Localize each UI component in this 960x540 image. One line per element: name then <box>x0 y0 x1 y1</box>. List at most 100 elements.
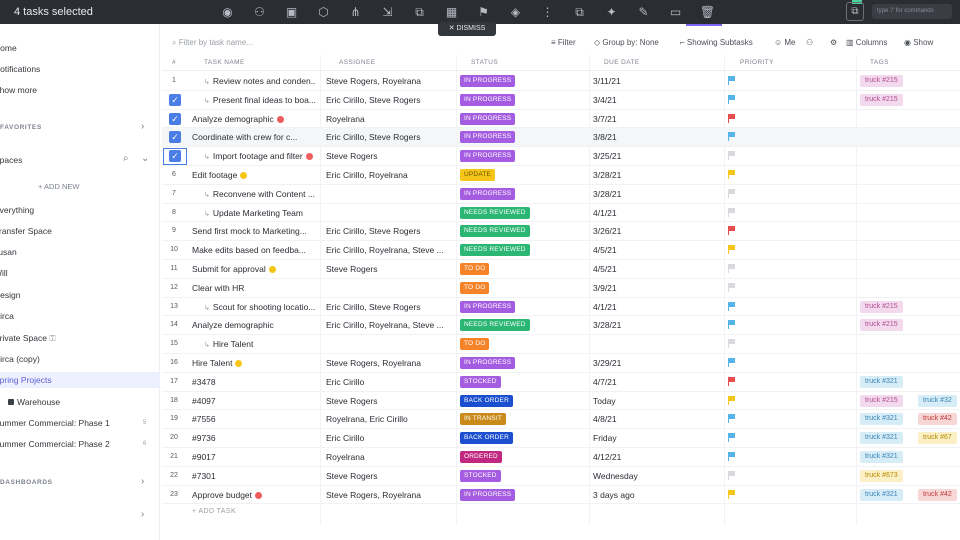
task-name[interactable]: Analyze demographic <box>192 320 318 330</box>
task-name[interactable]: #9736 <box>192 433 318 443</box>
status-badge[interactable]: IN PROGRESS <box>460 357 516 369</box>
table-row[interactable]: 16 Hire Talent Steve Rogers, Royelrana IN P… <box>162 354 960 373</box>
assignee-cell[interactable]: Steve Rogers, Royelrana <box>326 76 452 86</box>
row-checkbox[interactable]: ✓ <box>169 93 181 106</box>
sidebar-item-spring-projects[interactable]: Spring Projects <box>0 372 160 388</box>
sidebar-item-summer-commercial-phase-2[interactable]: Summer Commercial: Phase 2 6 <box>0 436 146 452</box>
task-name[interactable]: #4097 <box>192 396 318 406</box>
status-badge[interactable]: ORDERED <box>460 451 502 463</box>
tag-badge[interactable]: truck #673 <box>860 469 903 482</box>
status-badge[interactable]: IN PROGRESS <box>460 75 516 87</box>
table-row[interactable]: ✓ Analyze demographic Royelrana IN PROGRESS… <box>162 110 960 129</box>
tag-badge[interactable]: truck #42 <box>918 488 957 501</box>
table-row[interactable]: 22 #7301 Steve Rogers STOCKED Wednesday truck… <box>162 467 960 486</box>
table-row[interactable]: ✓ ↳ Import footage and filter Steve Rogers I… <box>162 147 960 166</box>
assignee-cell[interactable]: Eric Cirillo, Steve Rogers <box>326 95 452 105</box>
due-date-cell[interactable]: 3/26/21 <box>593 226 693 236</box>
tag-badge[interactable]: truck #215 <box>860 319 903 332</box>
due-date-cell[interactable]: 4/7/21 <box>593 377 693 387</box>
due-date-cell[interactable]: Today <box>593 396 693 406</box>
tag-badge[interactable]: truck #215 <box>860 300 903 313</box>
status-badge[interactable]: STOCKED <box>460 469 501 482</box>
sidebar-item-home[interactable]: Home <box>0 40 17 56</box>
status-badge[interactable]: IN PROGRESS <box>460 300 516 313</box>
assignee-cell[interactable]: Eric Cirillo <box>326 377 452 387</box>
assignee-cell[interactable]: Eric Cirillo, Royelrana, Steve ... <box>326 245 452 255</box>
sidebar-item-circa[interactable]: Circa <box>0 308 14 324</box>
table-row[interactable]: 19 #7556 Royelrana, Eric Cirillo IN TRANSIT… <box>162 410 960 430</box>
col-header-task-name[interactable]: TASK NAME <box>204 59 245 66</box>
task-name[interactable]: ↳ Review notes and conden... <box>204 76 316 86</box>
sidebar-item-private-space[interactable]: Private Space ⚿ <box>0 330 56 346</box>
status-badge[interactable]: IN PROGRESS <box>460 187 516 200</box>
priority-flag-icon[interactable] <box>728 395 735 405</box>
status-badge[interactable]: IN PROGRESS <box>460 488 516 501</box>
task-name[interactable]: #9017 <box>192 452 318 462</box>
priority-flag-icon[interactable] <box>728 245 735 255</box>
due-date-cell[interactable]: 3/29/21 <box>593 358 693 368</box>
task-name[interactable]: ↳ Import footage and filter <box>204 151 316 161</box>
task-name[interactable]: Clear with HR <box>192 283 318 293</box>
search-icon[interactable]: ⌕ <box>123 153 129 164</box>
tag-badge[interactable]: truck #67 <box>918 432 957 445</box>
due-date-cell[interactable]: Friday <box>593 433 693 443</box>
chevron-down-icon[interactable]: ⌄ <box>141 153 149 164</box>
chevron-right-icon[interactable]: › <box>141 121 144 132</box>
table-row[interactable]: 11 Submit for approval Steve Rogers TO DO 4/… <box>162 260 960 279</box>
due-date-cell[interactable]: 3/11/21 <box>593 76 693 86</box>
due-date-cell[interactable]: 3/9/21 <box>593 283 693 293</box>
table-row[interactable]: ✓ ↳ Present final ideas to boa... Eric Ciri… <box>162 91 960 110</box>
priority-flag-icon[interactable] <box>728 151 735 161</box>
priority-flag-icon[interactable] <box>728 188 735 198</box>
status-icon[interactable]: ▣ <box>282 3 301 22</box>
assignee-cell[interactable]: Steve Rogers, Royelrana <box>326 358 452 368</box>
copy-icon[interactable]: ⧉ <box>410 3 429 22</box>
col-header-tags[interactable]: TAGS <box>870 59 889 66</box>
sidebar-item-notifications[interactable]: Notifications <box>0 61 40 77</box>
priority-flag-icon[interactable] <box>728 358 735 367</box>
row-checkbox[interactable]: ✓ <box>169 112 181 125</box>
priority-flag-icon[interactable] <box>728 132 735 142</box>
due-date-cell[interactable]: 4/8/21 <box>593 414 693 424</box>
due-date-cell[interactable]: 3/7/21 <box>593 114 693 124</box>
sidebar-item-jusan[interactable]: Jusan <box>0 244 17 260</box>
assignee-cell[interactable]: Steve Rogers <box>326 151 452 161</box>
task-name[interactable]: Analyze demographic <box>192 114 318 124</box>
task-name[interactable]: Submit for approval <box>192 264 318 274</box>
status-badge[interactable]: NEEDS REVIEWED <box>460 206 530 219</box>
due-date-cell[interactable]: 4/1/21 <box>593 208 693 218</box>
due-date-cell[interactable]: 3/28/21 <box>593 320 693 330</box>
assignee-cell[interactable]: Royelrana <box>326 114 452 124</box>
sidebar-item-design[interactable]: Design <box>0 287 20 303</box>
table-row[interactable]: 21 #9017 Royelrana ORDERED 4/12/21 truck #321 <box>162 448 960 467</box>
table-row[interactable]: 6 Edit footage Eric Cirillo, Royelrana UPDA… <box>162 166 960 185</box>
assignee-cell[interactable]: Steve Rogers <box>326 471 452 481</box>
assignee-cell[interactable]: Eric Cirillo <box>326 433 452 443</box>
task-name[interactable]: ↳ Reconvene with Content ... <box>204 189 316 199</box>
priority-flag-icon[interactable] <box>728 94 735 104</box>
settings-icon[interactable]: ⚙ <box>830 38 837 47</box>
status-badge[interactable]: TO DO <box>460 263 490 275</box>
due-date-cell[interactable]: 4/5/21 <box>593 245 693 255</box>
duplicate-icon[interactable]: ⧉ <box>570 3 589 22</box>
tag-badge[interactable]: truck #42 <box>918 413 957 426</box>
tag-badge[interactable]: truck #32 <box>918 394 957 407</box>
group-by-button[interactable]: ◇ Group by: None <box>594 38 659 47</box>
col-header-status[interactable]: STATUS <box>471 59 498 66</box>
subtasks-toggle[interactable]: ⌐ Showing Subtasks <box>680 38 753 47</box>
table-row[interactable]: ✓ Coordinate with crew for c... Eric Ciril… <box>162 128 960 148</box>
status-badge[interactable]: IN PROGRESS <box>460 150 516 163</box>
priority-flag-icon[interactable] <box>728 339 735 349</box>
task-name[interactable]: #7556 <box>192 414 318 424</box>
table-row[interactable]: 23 Approve budget Steve Rogers, Royelrana I… <box>162 486 960 505</box>
due-date-cell[interactable]: 3 days ago <box>593 490 693 500</box>
priority-flag-icon[interactable] <box>728 76 735 85</box>
status-badge[interactable]: BACK ORDER <box>460 394 513 407</box>
table-row[interactable]: 7 ↳ Reconvene with Content ... IN PROGRESS 3… <box>162 185 960 204</box>
edit-icon[interactable]: ✎ <box>634 3 653 22</box>
row-checkbox[interactable]: ✓ <box>169 150 181 163</box>
assignees-icon[interactable]: ⚇ <box>806 38 813 47</box>
due-date-cell[interactable]: 3/8/21 <box>593 132 693 142</box>
table-row[interactable]: 14 Analyze demographic Eric Cirillo, Royel… <box>162 316 960 336</box>
table-row[interactable]: 9 Send first mock to Marketing... Eric Cir… <box>162 222 960 242</box>
